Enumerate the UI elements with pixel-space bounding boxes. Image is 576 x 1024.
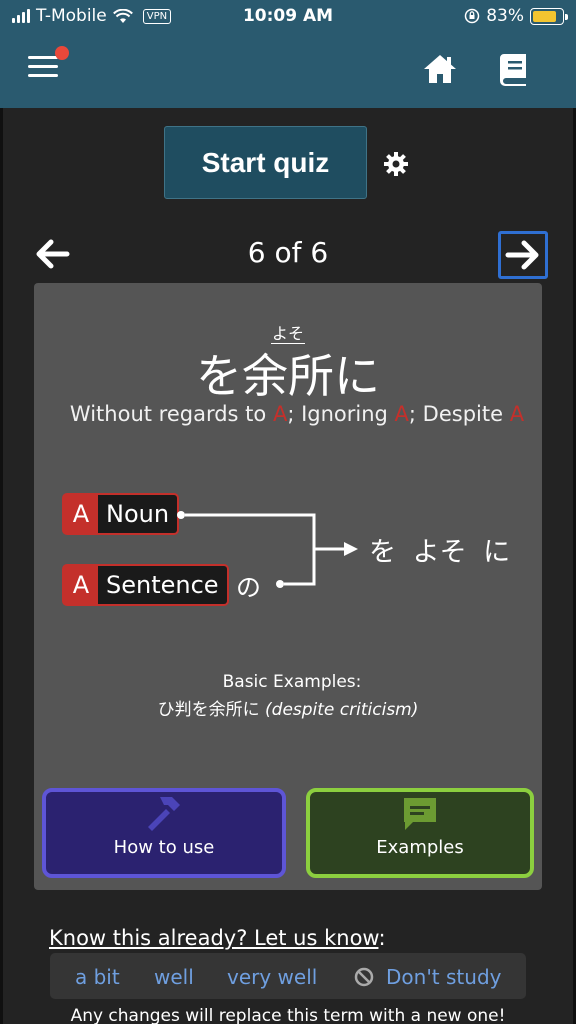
how-to-use-button[interactable]: How to use <box>42 788 286 878</box>
status-right: 83% <box>464 6 568 26</box>
next-button[interactable] <box>498 231 548 279</box>
pattern-result: を よそ に <box>369 537 511 568</box>
orientation-lock-icon <box>464 8 480 24</box>
example-sentence: ひ判を余所に (despite criticism) <box>157 700 419 720</box>
examples-button[interactable]: Examples <box>306 788 534 878</box>
pattern-chip-label: Noun <box>98 495 178 533</box>
notification-dot <box>55 46 69 60</box>
option-very-well[interactable]: very well <box>227 965 317 989</box>
status-bar: T-Mobile VPN 10:09 AM 83% <box>0 0 576 34</box>
know-link[interactable]: Know this already? Let us know <box>49 926 378 950</box>
hamburger-menu-button[interactable] <box>28 56 58 80</box>
pattern-chip-noun: A Noun <box>62 493 180 535</box>
grammar-meaning: Without regards to A; Ignoring A; Despit… <box>69 402 525 426</box>
grammar-term: を余所に <box>196 349 380 403</box>
arrow-right-icon <box>505 240 539 270</box>
footer-note: Any changes will replace this term with … <box>70 1006 506 1024</box>
examples-heading: Basic Examples: <box>222 672 362 692</box>
know-prompt: Know this already? Let us know: <box>49 926 386 950</box>
how-to-use-label: How to use <box>113 837 215 858</box>
hammer-icon <box>148 797 180 831</box>
option-a-bit[interactable]: a bit <box>75 965 120 989</box>
pattern-chip-letter: A <box>72 571 90 599</box>
pattern-chip-letter: A <box>72 500 90 528</box>
battery-percent: 83% <box>486 6 524 26</box>
battery-icon <box>530 7 568 25</box>
arrow-left-icon[interactable] <box>34 236 70 272</box>
option-well[interactable]: well <box>154 965 194 989</box>
home-icon[interactable] <box>422 53 458 85</box>
page-counter: 6 of 6 <box>247 236 329 269</box>
pattern-connector <box>177 511 358 588</box>
study-level-bar: a bit well very well Don't study <box>50 953 526 999</box>
ban-icon <box>354 967 374 987</box>
chat-bubble-icon <box>404 798 436 830</box>
examples-label: Examples <box>376 837 464 858</box>
start-quiz-button[interactable]: Start quiz <box>164 126 367 199</box>
gear-icon[interactable] <box>383 151 409 177</box>
option-dont-study[interactable]: Don't study <box>354 965 501 989</box>
battery-fill <box>533 10 557 22</box>
book-icon[interactable] <box>500 53 528 86</box>
